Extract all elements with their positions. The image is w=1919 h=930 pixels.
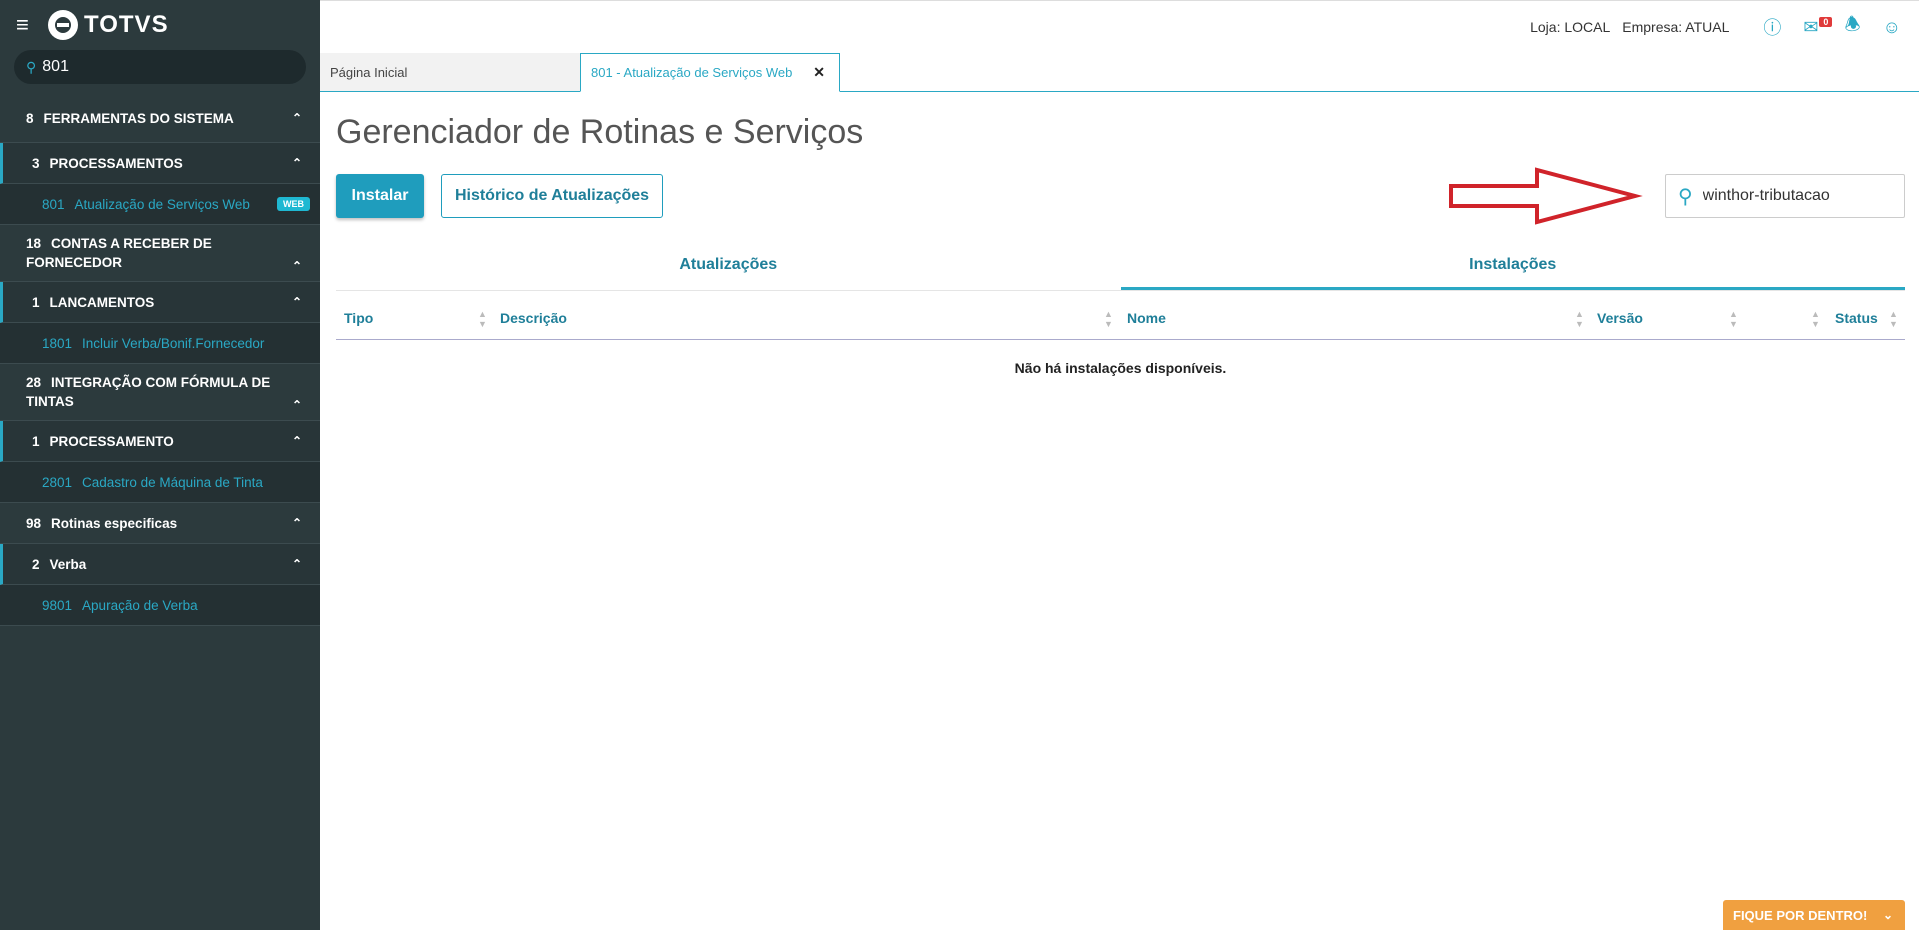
menu-label: LANCAMENTOS: [49, 294, 155, 310]
annotation-arrow-icon: [1449, 167, 1643, 225]
sidebar-header: ≡ TOTVS: [0, 0, 320, 50]
bell-icon[interactable]: 🕭: [1844, 12, 1860, 42]
page-title: Gerenciador de Rotinas e Serviços: [336, 113, 864, 151]
fique-por-dentro-button[interactable]: FIQUE POR DENTRO! ⌄: [1723, 900, 1905, 930]
web-badge: WEB: [277, 197, 310, 211]
close-icon[interactable]: ✕: [813, 64, 825, 81]
menu-label: Cadastro de Máquina de Tinta: [82, 474, 263, 490]
main-content: Gerenciador de Rotinas e Serviços Instal…: [336, 91, 1905, 376]
chevron-up-icon: ⌃: [291, 516, 302, 530]
menu-label: Rotinas especificas: [51, 515, 178, 531]
search-icon: ⚲: [1678, 185, 1693, 208]
menu-label: Atualização de Serviços Web: [74, 196, 250, 212]
menu-label-wrap: 28 INTEGRAÇÃO COM FÓRMULA DE TINTAS: [26, 373, 276, 411]
help-icon[interactable]: ⓘ: [1763, 14, 1781, 40]
chevron-up-icon: ⌃: [291, 259, 302, 273]
menu-item-ferramentas[interactable]: 8 FERRAMENTAS DO SISTEMA ⌃: [0, 94, 320, 143]
menu-item-rotinas-especificas[interactable]: 98 Rotinas especificas ⌃: [0, 503, 320, 544]
history-button[interactable]: Histórico de Atualizações: [441, 174, 663, 218]
totvs-logo-icon: [48, 10, 78, 40]
sort-icon[interactable]: ▲ ▼: [1575, 309, 1584, 329]
chevron-up-icon: ⌃: [291, 111, 302, 125]
tab-instalacoes[interactable]: Instalações: [1120, 250, 1905, 290]
tab-bar: Página Inicial 801 - Atualização de Serv…: [320, 53, 1919, 92]
menu-code: 2801: [42, 474, 73, 490]
menu-label: Apuração de Verba: [82, 597, 198, 613]
menu-item-contas-receber[interactable]: 18 CONTAS A RECEBER DE FORNECEDOR ⌃: [0, 225, 320, 282]
menu-item-lancamentos[interactable]: 1 LANCAMENTOS ⌃: [0, 282, 320, 323]
column-header-versao[interactable]: Versão: [1597, 291, 1643, 339]
menu-item-verba[interactable]: 2 Verba ⌃: [0, 544, 320, 585]
subtab-bar: Atualizações Instalações: [336, 250, 1905, 291]
menu-code: 1801: [42, 335, 73, 351]
menu-item-integracao-tintas[interactable]: 28 INTEGRAÇÃO COM FÓRMULA DE TINTAS ⌃: [0, 364, 320, 421]
empresa-info[interactable]: Empresa: ATUAL: [1622, 19, 1729, 35]
column-header-descricao[interactable]: Descrição: [500, 291, 567, 339]
menu-label: Verba: [49, 556, 87, 572]
search-field[interactable]: ⚲: [1665, 174, 1905, 218]
chevron-up-icon: ⌃: [291, 434, 302, 448]
tab-atualizacoes[interactable]: Atualizações: [336, 250, 1121, 290]
chevron-up-icon: ⌃: [291, 156, 302, 170]
menu-item-processamento[interactable]: 1 PROCESSAMENTO ⌃: [0, 421, 320, 462]
menu-code: 9801: [42, 597, 73, 613]
sort-icon[interactable]: ▲ ▼: [1729, 309, 1738, 329]
action-bar: Instalar Histórico de Atualizações ⚲: [336, 167, 1905, 225]
menu-label: INTEGRAÇÃO COM FÓRMULA DE TINTAS: [26, 375, 271, 409]
sidebar-search-input[interactable]: 801: [42, 58, 69, 76]
search-icon: ⚲: [26, 58, 37, 75]
table-header: Tipo ▲ ▼ Descrição ▲ ▼ Nome ▲ ▼ Versão ▲ ▼ ▲…: [336, 291, 1905, 340]
sort-icon[interactable]: ▲ ▼: [478, 309, 487, 329]
loja-info: Loja: LOCAL: [1530, 19, 1611, 35]
menu-code: 1: [32, 294, 40, 310]
chevron-down-icon[interactable]: ⌄: [1883, 908, 1893, 922]
fique-label: FIQUE POR DENTRO!: [1733, 907, 1868, 923]
menu-label: FERRAMENTAS DO SISTEMA: [43, 110, 234, 126]
menu-code: 18: [26, 236, 42, 251]
sidebar-search[interactable]: ⚲ 801: [14, 50, 306, 84]
menu-label: PROCESSAMENTO: [49, 433, 174, 449]
mail-icon[interactable]: ✉ 0: [1803, 16, 1833, 38]
hamburger-menu-icon[interactable]: ≡: [16, 12, 38, 38]
sort-icon[interactable]: ▲ ▼: [1889, 309, 1898, 329]
mail-count-badge: 0: [1819, 16, 1833, 27]
menu-label-wrap: 18 CONTAS A RECEBER DE FORNECEDOR: [26, 234, 276, 272]
search-input[interactable]: [1700, 186, 1885, 206]
menu-label: CONTAS A RECEBER DE FORNECEDOR: [26, 236, 212, 270]
chevron-up-icon: ⌃: [291, 295, 302, 309]
chevron-up-icon: ⌃: [291, 557, 302, 571]
chevron-up-icon: ⌃: [291, 398, 302, 412]
menu-code: 2: [32, 556, 40, 572]
menu-item-1801[interactable]: 1801 Incluir Verba/Bonif.Fornecedor: [0, 323, 320, 364]
tab-label: Página Inicial: [330, 64, 408, 80]
column-header-status[interactable]: Status: [1835, 291, 1878, 339]
menu-code: 28: [26, 375, 42, 390]
install-button[interactable]: Instalar: [336, 174, 424, 218]
menu-item-9801[interactable]: 9801 Apuração de Verba: [0, 585, 320, 626]
menu-label: PROCESSAMENTOS: [49, 155, 183, 171]
topbar: Loja: LOCAL Empresa: ATUAL ⓘ ✉ 0 🕭 ☺: [320, 0, 1919, 53]
menu-list: 8 FERRAMENTAS DO SISTEMA ⌃ 3 PROCESSAMEN…: [0, 94, 320, 626]
menu-code: 1: [32, 433, 40, 449]
menu-label: Incluir Verba/Bonif.Fornecedor: [82, 335, 265, 351]
menu-item-processamentos[interactable]: 3 PROCESSAMENTOS ⌃: [0, 143, 320, 184]
menu-code: 3: [32, 155, 40, 171]
column-header-tipo[interactable]: Tipo: [344, 291, 373, 339]
sort-icon[interactable]: ▲ ▼: [1104, 309, 1113, 329]
logo-text: TOTVS: [84, 11, 169, 38]
menu-code: 8: [26, 110, 34, 126]
sort-icon[interactable]: ▲ ▼: [1811, 309, 1820, 329]
column-header-nome[interactable]: Nome: [1127, 291, 1166, 339]
tab-label: 801 - Atualização de Serviços Web: [591, 65, 793, 80]
sidebar: ≡ TOTVS ⚲ 801 8 FERRAMENTAS DO SISTEMA ⌃…: [0, 0, 320, 930]
tab-atualizacao-servicos[interactable]: 801 - Atualização de Serviços Web ✕: [580, 53, 840, 92]
menu-code: 98: [26, 515, 42, 531]
tab-home[interactable]: Página Inicial: [320, 53, 580, 91]
menu-item-2801[interactable]: 2801 Cadastro de Máquina de Tinta: [0, 462, 320, 503]
menu-item-801[interactable]: 801 Atualização de Serviços Web WEB: [0, 184, 320, 225]
menu-code: 801: [42, 196, 65, 212]
empty-message: Não há instalações disponíveis.: [1014, 360, 1227, 376]
user-icon[interactable]: ☺: [1883, 17, 1901, 38]
